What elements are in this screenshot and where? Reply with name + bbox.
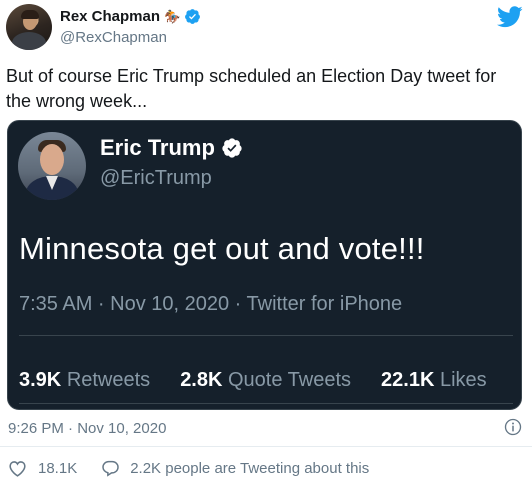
footer-divider xyxy=(0,446,532,447)
quoted-author-name-row: Eric Trump xyxy=(100,135,243,161)
retweets-stat[interactable]: 3.9K Retweets xyxy=(19,369,150,392)
likes-stat[interactable]: 22.1K Likes xyxy=(381,369,487,392)
tweet-timestamp[interactable]: 9:26 PM · Nov 10, 2020 xyxy=(8,420,166,437)
like-count[interactable]: 18.1K xyxy=(38,460,77,477)
quoted-author-handle[interactable]: @EricTrump xyxy=(100,167,212,190)
author-handle[interactable]: @RexChapman xyxy=(60,29,167,46)
author-avatar[interactable] xyxy=(6,4,52,50)
author-name-row: Rex Chapman 🏇 xyxy=(60,8,201,25)
author-display-name[interactable]: Rex Chapman xyxy=(60,8,160,25)
quoted-tweet-card[interactable]: Eric Trump @EricTrump Minnesota get out … xyxy=(7,120,522,410)
heart-icon[interactable] xyxy=(8,460,27,477)
reply-icon[interactable] xyxy=(101,459,120,477)
info-icon[interactable] xyxy=(504,418,522,436)
horse-racing-emoji-icon: 🏇 xyxy=(164,9,181,24)
quoted-divider xyxy=(19,403,513,404)
quote-tweets-stat[interactable]: 2.8K Quote Tweets xyxy=(180,369,351,392)
quoted-author-avatar[interactable] xyxy=(18,132,86,200)
quoted-tweet-text: Minnesota get out and vote!!! xyxy=(19,231,425,266)
tweet-header: Rex Chapman 🏇 @RexChapman xyxy=(0,0,532,58)
twitter-bird-icon[interactable] xyxy=(497,6,523,28)
verified-icon xyxy=(185,9,201,24)
quoted-tweet-meta: 7:35 AM · Nov 10, 2020 · Twitter for iPh… xyxy=(19,293,403,315)
quoted-author-display-name[interactable]: Eric Trump xyxy=(100,135,215,161)
conversation-link[interactable]: 2.2K people are Tweeting about this xyxy=(130,460,369,477)
tweet-text: But of course Eric Trump scheduled an El… xyxy=(6,66,497,111)
quoted-tweet-stats: 3.9K Retweets 2.8K Quote Tweets 22.1K Li… xyxy=(19,369,487,392)
tweet-actions: 18.1K 2.2K people are Tweeting about thi… xyxy=(8,459,369,477)
verified-icon xyxy=(222,138,242,158)
quoted-divider xyxy=(19,335,513,336)
